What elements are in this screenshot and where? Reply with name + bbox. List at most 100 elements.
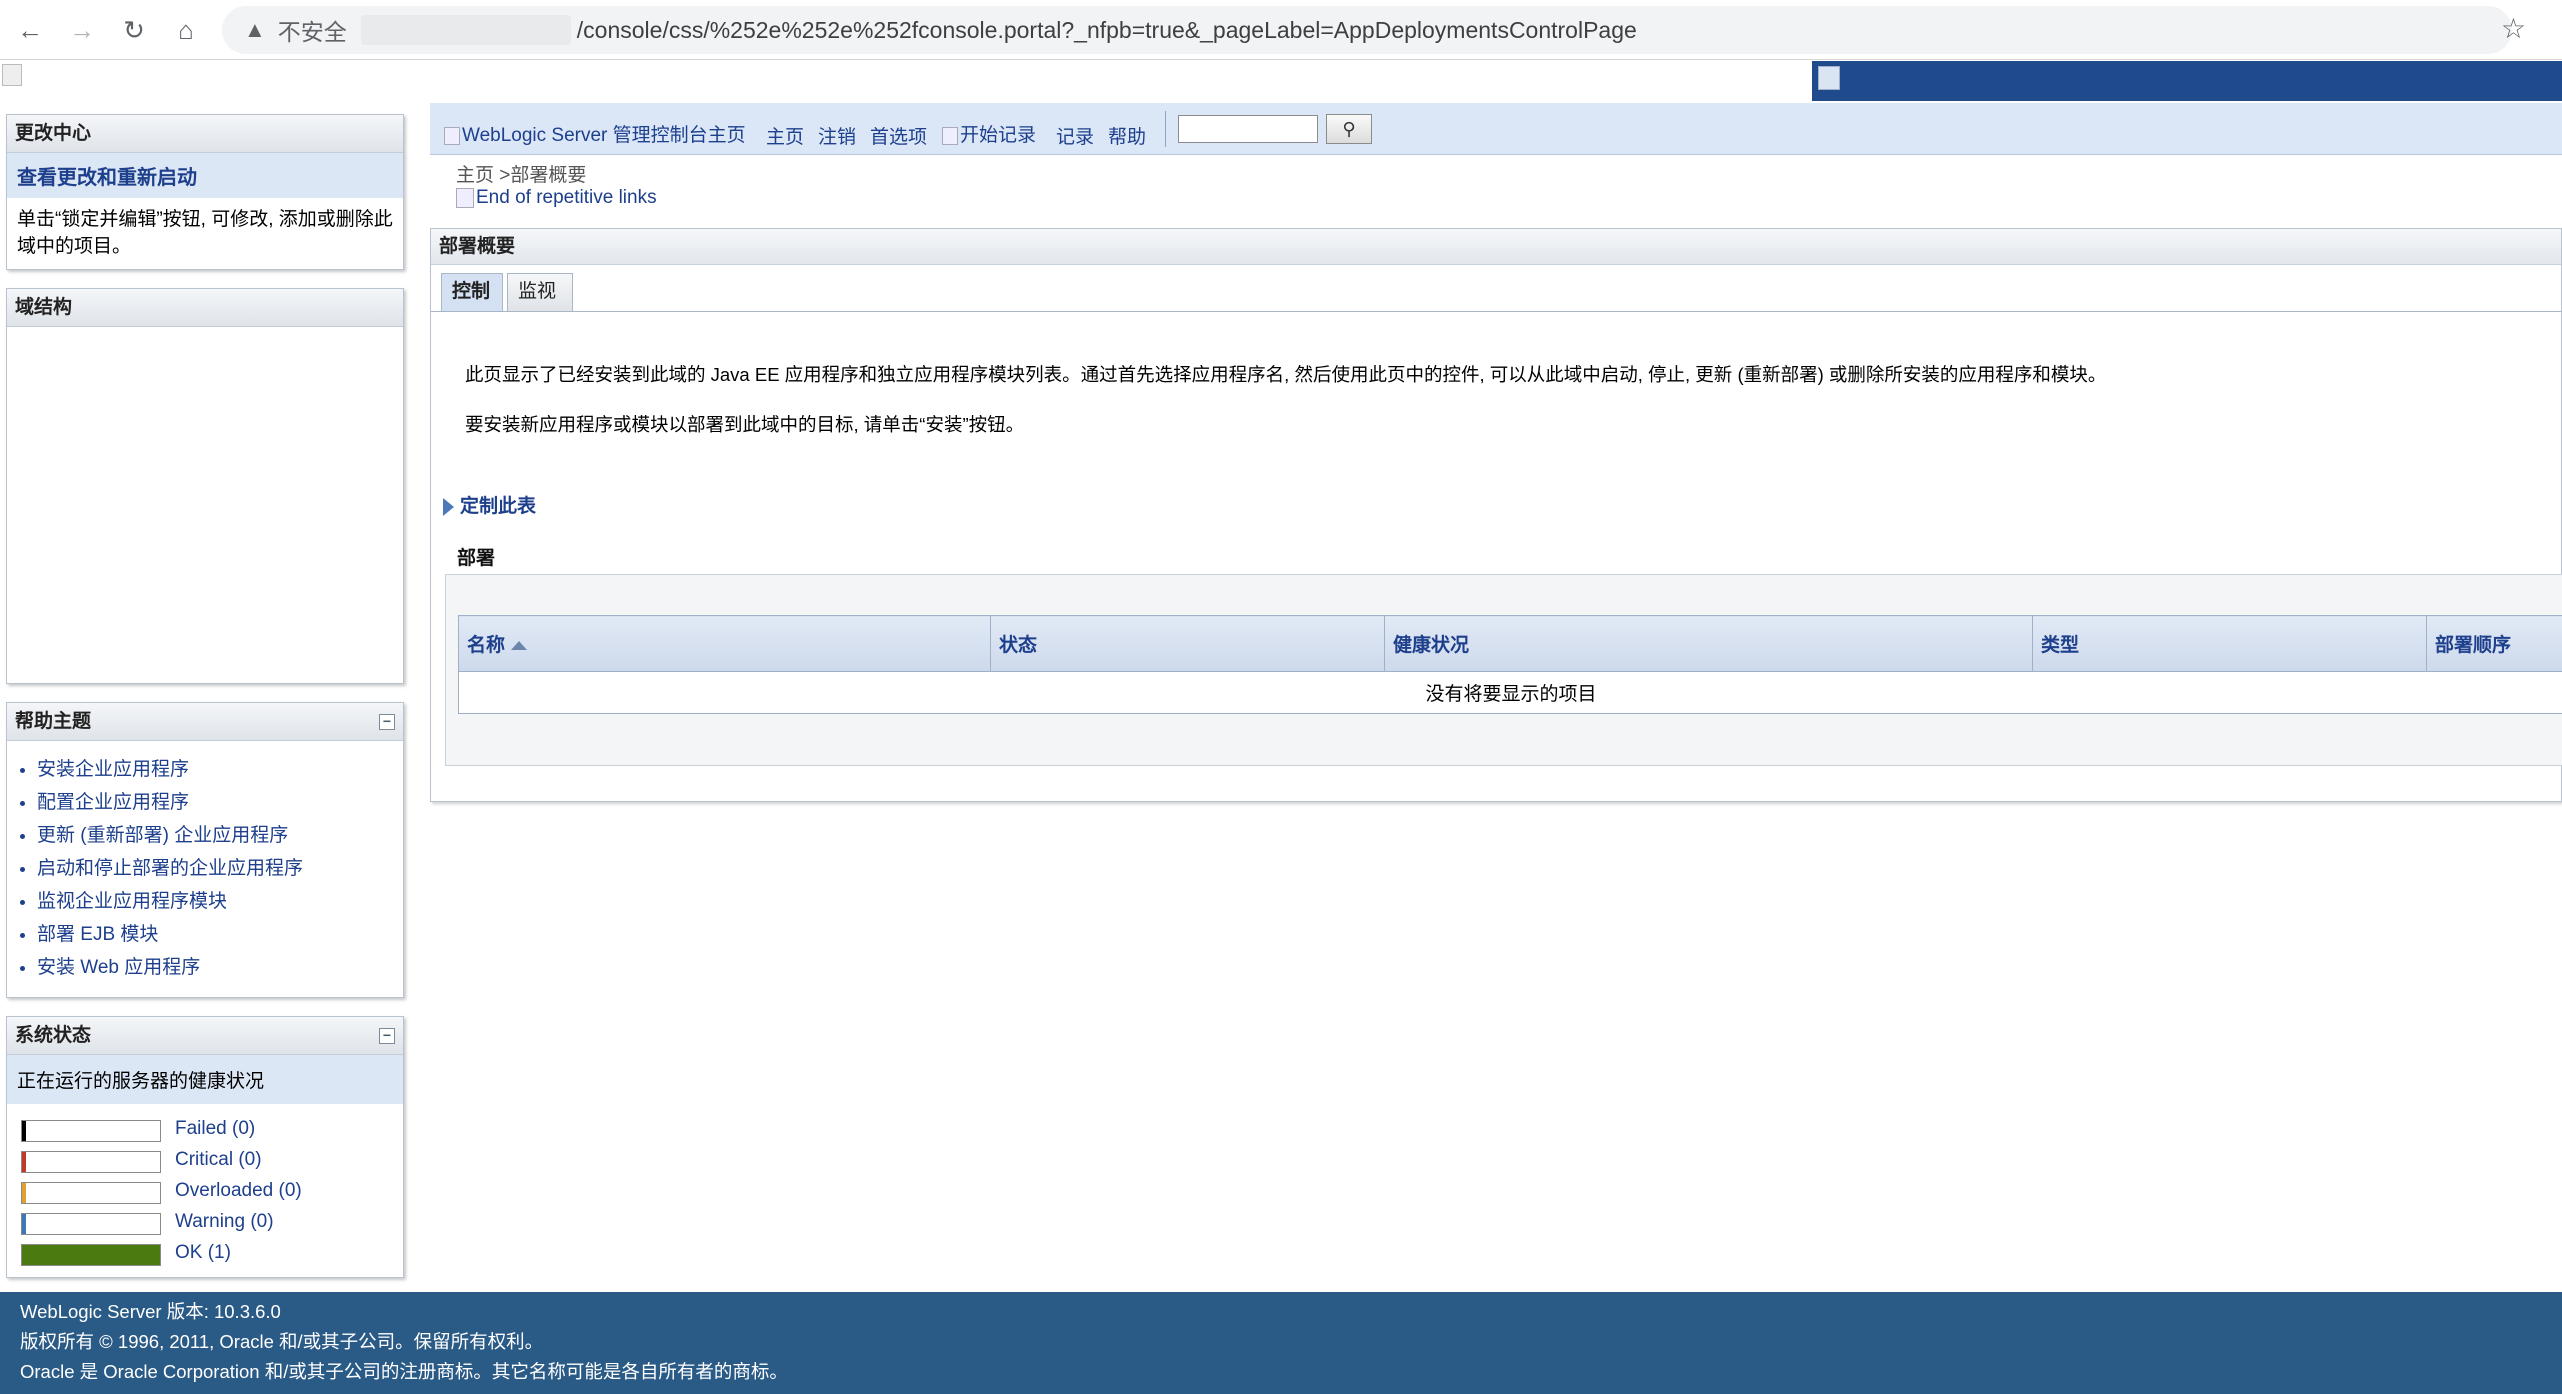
customize-label: 定制此表 bbox=[460, 496, 537, 517]
recording-image bbox=[942, 126, 958, 145]
help-topics-panel: 帮助主题 − 安装企业应用程序 配置企业应用程序 更新 (重新部署) 企业应用程… bbox=[6, 702, 404, 998]
breadcrumb-home[interactable]: 主页 bbox=[456, 165, 494, 186]
status-row: Failed (0) bbox=[7, 1114, 403, 1145]
health-bar bbox=[21, 1213, 161, 1235]
domain-structure-panel: 域结构 bbox=[6, 288, 404, 684]
health-status-link[interactable]: Warning (0) bbox=[175, 1211, 274, 1233]
column-name-label: 名称 bbox=[467, 635, 506, 656]
change-center-panel: 更改中心 查看更改和重新启动 单击“锁定并编辑”按钮, 可修改, 添加或删除此域… bbox=[6, 114, 404, 270]
footer-copyright: 版权所有 © 1996, 2011, Oracle 和/或其子公司。保留所有权利… bbox=[20, 1331, 544, 1352]
status-row: Critical (0) bbox=[7, 1145, 403, 1176]
domain-structure-title: 域结构 bbox=[7, 289, 403, 327]
collapse-icon[interactable]: − bbox=[379, 714, 395, 730]
back-icon[interactable]: ← bbox=[10, 10, 50, 50]
breadcrumb-current: 部署概要 bbox=[510, 165, 587, 186]
help-link[interactable]: 安装企业应用程序 bbox=[37, 759, 189, 780]
preferences-link[interactable]: 首选项 bbox=[870, 122, 927, 149]
skip-links[interactable]: End of repetitive links bbox=[456, 187, 657, 209]
status-row: Warning (0) bbox=[7, 1207, 403, 1238]
sort-ascending-icon[interactable] bbox=[511, 641, 528, 651]
home-link[interactable]: 主页 bbox=[766, 122, 804, 149]
empty-table-message: 没有将要显示的项目 bbox=[458, 671, 2562, 714]
help-link[interactable]: 监视企业应用程序模块 bbox=[37, 891, 227, 912]
footer-version: WebLogic Server 版本: 10.3.6.0 bbox=[20, 1301, 281, 1322]
system-status-title: 系统状态 bbox=[15, 1025, 92, 1046]
health-bar-marker bbox=[22, 1214, 26, 1234]
expand-triangle-icon bbox=[443, 497, 454, 516]
deployments-table: 名称 状态 健康状况 类型 部署顺序 没有将要显示的项目 bbox=[458, 615, 2562, 714]
description-1: 此页显示了已经安装到此域的 Java EE 应用程序和独立应用程序模块列表。通过… bbox=[465, 364, 2107, 385]
column-header-deployment-order[interactable]: 部署顺序 bbox=[2426, 615, 2562, 672]
skip-link-label: End of repetitive links bbox=[476, 187, 657, 208]
address-bar[interactable]: ▲ 不安全 /console/css/%252e%252e%252fconsol… bbox=[222, 6, 2512, 54]
deployments-panel: 部署概要 控制 监视 此页显示了已经安装到此域的 Java EE 应用程序和独立… bbox=[430, 228, 2562, 802]
health-status-link[interactable]: Critical (0) bbox=[175, 1149, 262, 1171]
browser-toolbar: ← → ↻ ⌂ ▲ 不安全 /console/css/%252e%252e%25… bbox=[0, 0, 2562, 60]
start-recording-label: 开始记录 bbox=[960, 125, 1037, 146]
health-bar-marker bbox=[22, 1183, 26, 1203]
health-status-link[interactable]: Overloaded (0) bbox=[175, 1180, 302, 1202]
tab-underline bbox=[431, 311, 2562, 312]
breadcrumb: 主页 >部署概要 bbox=[456, 160, 586, 187]
table-caption: 部署 bbox=[457, 548, 496, 569]
column-header-name[interactable]: 名称 bbox=[458, 615, 991, 672]
forward-icon[interactable]: → bbox=[62, 10, 102, 50]
search-input[interactable] bbox=[1178, 115, 1318, 143]
content-title: 部署概要 bbox=[431, 229, 2561, 265]
skip-image bbox=[456, 187, 474, 208]
url-text: /console/css/%252e%252e%252fconsole.port… bbox=[576, 16, 1637, 43]
health-bar bbox=[21, 1120, 161, 1142]
deployments-table-frame: 名称 状态 健康状况 类型 部署顺序 没有将要显示的项目 bbox=[445, 574, 2562, 766]
help-link[interactable]: 启动和停止部署的企业应用程序 bbox=[37, 858, 303, 879]
record-link[interactable]: 记录 bbox=[1056, 122, 1094, 149]
bookmark-star-icon[interactable]: ☆ bbox=[2501, 12, 2526, 45]
health-bar bbox=[21, 1182, 161, 1204]
home-icon[interactable]: ⌂ bbox=[166, 10, 206, 50]
banner-broken-image bbox=[1818, 66, 1840, 90]
column-header-health[interactable]: 健康状况 bbox=[1384, 615, 2033, 672]
console-toolbar: WebLogic Server 管理控制台主页 主页 注销 首选项 开始记录 记… bbox=[430, 103, 2562, 155]
breadcrumb-separator: > bbox=[499, 165, 511, 186]
health-status-link[interactable]: Failed (0) bbox=[175, 1118, 255, 1140]
status-row: OK (1) bbox=[7, 1238, 403, 1269]
system-status-subtitle: 正在运行的服务器的健康状况 bbox=[7, 1055, 403, 1104]
search-button[interactable]: ⚲ bbox=[1326, 114, 1372, 144]
health-bar bbox=[21, 1151, 161, 1173]
console-home-image bbox=[444, 126, 460, 145]
console-home-link[interactable]: WebLogic Server 管理控制台主页 bbox=[444, 120, 746, 147]
toolbar-divider bbox=[1165, 111, 1166, 147]
logout-link[interactable]: 注销 bbox=[818, 122, 856, 149]
help-topics-title: 帮助主题 bbox=[15, 711, 92, 732]
help-topics-list: 安装企业应用程序 配置企业应用程序 更新 (重新部署) 企业应用程序 启动和停止… bbox=[7, 753, 403, 984]
help-link[interactable]: 部署 EJB 模块 bbox=[37, 924, 158, 945]
change-center-title: 更改中心 bbox=[7, 115, 403, 153]
health-bar bbox=[21, 1244, 161, 1266]
view-changes-link[interactable]: 查看更改和重新启动 bbox=[17, 167, 197, 189]
console-home-label: WebLogic Server 管理控制台主页 bbox=[462, 125, 746, 146]
status-rows: Failed (0) Critical (0) Overloaded (0) Warn… bbox=[7, 1104, 403, 1269]
column-header-state[interactable]: 状态 bbox=[990, 615, 1385, 672]
description-2: 要安装新应用程序或模块以部署到此域中的目标, 请单击“安装”按钮。 bbox=[465, 414, 1025, 435]
help-link[interactable]: 安装 Web 应用程序 bbox=[37, 957, 200, 978]
help-link-toolbar[interactable]: 帮助 bbox=[1108, 122, 1146, 149]
footer-trademark: Oracle 是 Oracle Corporation 和/或其子公司的注册商标… bbox=[20, 1361, 788, 1382]
health-bar-marker bbox=[22, 1121, 26, 1141]
column-header-type[interactable]: 类型 bbox=[2032, 615, 2427, 672]
redacted-host bbox=[360, 15, 571, 45]
reload-icon[interactable]: ↻ bbox=[114, 10, 154, 50]
logo-broken-image bbox=[2, 64, 22, 86]
collapse-icon[interactable]: − bbox=[379, 1028, 395, 1044]
health-status-link[interactable]: OK (1) bbox=[175, 1242, 231, 1264]
help-link[interactable]: 配置企业应用程序 bbox=[37, 792, 189, 813]
tab-control[interactable]: 控制 bbox=[441, 273, 503, 311]
help-link[interactable]: 更新 (重新部署) 企业应用程序 bbox=[37, 825, 288, 846]
footer: WebLogic Server 版本: 10.3.6.0 版权所有 © 1996… bbox=[0, 1292, 2562, 1394]
customize-table-link[interactable]: 定制此表 bbox=[443, 491, 536, 518]
health-bar-fill bbox=[22, 1245, 160, 1265]
status-row: Overloaded (0) bbox=[7, 1176, 403, 1207]
tab-monitoring[interactable]: 监视 bbox=[507, 273, 573, 311]
insecure-label: 不安全 bbox=[277, 19, 347, 45]
header-banner bbox=[1812, 61, 2562, 101]
warning-icon: ▲ bbox=[244, 17, 266, 42]
start-recording-link[interactable]: 开始记录 bbox=[942, 120, 1036, 147]
